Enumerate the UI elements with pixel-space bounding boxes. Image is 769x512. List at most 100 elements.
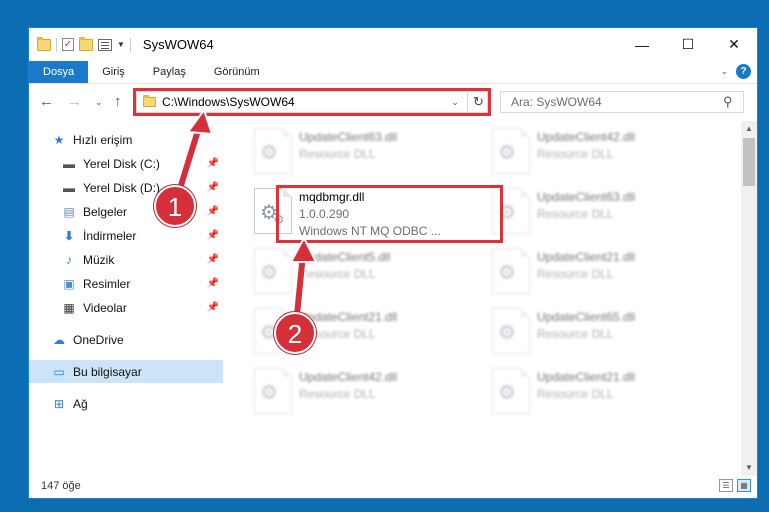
maximize-button[interactable]: ☐ [665, 28, 711, 61]
gear-icon: ⚙ [260, 142, 278, 164]
sidebar-item-local-disk-d[interactable]: ▬ Yerel Disk (D:) 📌 [29, 176, 223, 199]
pin-icon[interactable]: 📌 [207, 158, 219, 169]
gear-icon: ⚙ [498, 382, 516, 404]
minimize-button[interactable]: — [619, 28, 665, 61]
sidebar-item-music[interactable]: ♪ Müzik 📌 [29, 248, 223, 271]
pin-icon[interactable]: 📌 [207, 278, 219, 289]
tab-home[interactable]: Giriş [88, 61, 139, 83]
sidebar-item-onedrive[interactable]: ☁ OneDrive [29, 328, 223, 351]
tab-share[interactable]: Paylaş [139, 61, 200, 83]
sidebar-item-network[interactable]: ⊞ Ağ [29, 392, 223, 415]
folder-icon [37, 36, 51, 51]
title-bar: ✓ ▼ SysWOW64 — ☐ ✕ [29, 28, 757, 61]
navigation-bar: ← → ⌄ ↑ C:\Windows\SysWOW64 ⌄ ↻ Ara: Sys… [29, 84, 757, 120]
customize-toolbar-dropdown-icon[interactable]: ▼ [117, 40, 125, 49]
file-name: UpdateClient21.dll [537, 250, 636, 264]
pin-icon[interactable]: 📌 [207, 302, 219, 313]
pin-icon[interactable]: 📌 [207, 254, 219, 265]
file-item[interactable]: ⚙ UpdateClient65.dll Resource DLL [485, 304, 710, 360]
close-button[interactable]: ✕ [711, 28, 757, 61]
file-name: UpdateClient21.dll [537, 370, 636, 384]
search-input[interactable]: Ara: SysWOW64 ⚲ [500, 91, 744, 113]
window-title: SysWOW64 [142, 37, 214, 52]
new-folder-icon[interactable] [79, 36, 93, 51]
search-icon[interactable]: ⚲ [723, 94, 743, 110]
file-name: UpdateClient42.dll [299, 370, 398, 384]
sidebar-item-this-pc[interactable]: ▭ Bu bilgisayar [29, 360, 223, 383]
file-list: ⚙ UpdateClient63.dll Resource DLL ⚙ Upda… [225, 121, 739, 476]
file-name: UpdateClient63.dll [299, 130, 398, 144]
file-item[interactable]: ⚙ UpdateClient42.dll Resource DLL [485, 124, 710, 180]
pin-icon[interactable]: 📌 [207, 230, 219, 241]
window-controls: — ☐ ✕ [619, 28, 757, 61]
gear-icon: ⚙ [498, 262, 516, 284]
videos-icon: ▦ [63, 300, 75, 315]
pin-icon[interactable]: 📌 [207, 206, 219, 217]
file-type: Resource DLL [537, 387, 614, 401]
file-type: Resource DLL [299, 387, 376, 401]
ribbon-tabs: Dosya Giriş Paylaş Görünüm ⌄ ? [29, 61, 757, 84]
sidebar-item-label: Müzik [83, 252, 115, 267]
sidebar-item-pictures[interactable]: ▣ Resimler 📌 [29, 272, 223, 295]
file-item[interactable]: ⚙ UpdateClient21.dll Resource DLL [485, 364, 710, 420]
back-arrow-icon[interactable]: ← [39, 93, 54, 110]
network-icon: ⊞ [53, 396, 65, 411]
dll-file-icon: ⚙ [254, 128, 292, 174]
sidebar-item-label: Yerel Disk (C:) [83, 156, 160, 171]
sidebar-item-label: Belgeler [83, 204, 128, 219]
cloud-icon: ☁ [53, 332, 65, 347]
step-1-badge: 1 [154, 185, 196, 227]
scrollbar-thumb[interactable] [743, 138, 755, 186]
file-type: Resource DLL [537, 147, 614, 161]
quick-access-toolbar: ✓ ▼ [29, 36, 131, 52]
gear-icon: ⚙ [260, 382, 278, 404]
help-icon[interactable]: ? [736, 64, 751, 79]
sidebar-item-label: Hızlı erişim [73, 132, 133, 147]
sidebar-item-local-disk-c[interactable]: ▬ Yerel Disk (C:) 📌 [29, 152, 223, 175]
file-item[interactable]: ⚙ UpdateClient5.dll Resource DLL [247, 244, 472, 300]
file-type: Resource DLL [537, 327, 614, 341]
file-item[interactable]: ⚙ UpdateClient63.dll Resource DLL [247, 124, 472, 180]
file-highlight-box [276, 185, 503, 243]
tab-view[interactable]: Görünüm [200, 61, 274, 83]
file-item[interactable]: ⚙ UpdateClient63.dll Resource DLL [485, 184, 710, 240]
list-view-icon[interactable] [98, 38, 112, 51]
ribbon-right-controls: ⌄ ? [720, 64, 751, 79]
vertical-scrollbar[interactable]: ▲ ▼ [741, 121, 757, 476]
search-placeholder: Ara: SysWOW64 [511, 95, 602, 109]
sidebar-item-videos[interactable]: ▦ Videolar 📌 [29, 296, 223, 319]
file-item[interactable]: ⚙ UpdateClient42.dll Resource DLL [247, 364, 472, 420]
file-name: UpdateClient42.dll [537, 130, 636, 144]
drive-icon: ▬ [63, 156, 75, 171]
large-icons-view-icon[interactable]: ▦ [737, 479, 751, 492]
forward-arrow-icon[interactable]: → [67, 93, 82, 110]
sidebar-item-quick-access[interactable]: ★ Hızlı erişim [29, 128, 223, 151]
up-arrow-icon[interactable]: ↑ [114, 93, 122, 110]
star-icon: ★ [53, 132, 65, 147]
tab-file[interactable]: Dosya [29, 61, 89, 83]
scroll-up-icon[interactable]: ▲ [741, 121, 757, 137]
properties-check-icon[interactable]: ✓ [62, 38, 74, 51]
expand-ribbon-icon[interactable]: ⌄ [720, 66, 728, 77]
file-type: Resource DLL [537, 267, 614, 281]
gear-icon: ⚙ [260, 262, 278, 284]
documents-icon: ▤ [63, 204, 75, 219]
pictures-icon: ▣ [63, 276, 75, 291]
file-item[interactable]: ⚙ UpdateClient21.dll Resource DLL [485, 244, 710, 300]
computer-icon: ▭ [53, 364, 65, 379]
sidebar-item-label: Ağ [73, 396, 88, 411]
view-toggle: ☰ ▦ [719, 479, 751, 492]
sidebar-item-label: Videolar [83, 300, 127, 315]
dll-file-icon: ⚙ [492, 308, 530, 354]
pin-icon[interactable]: 📌 [207, 182, 219, 193]
recent-locations-chevron-icon[interactable]: ⌄ [95, 97, 103, 108]
sidebar-item-label: OneDrive [73, 332, 124, 347]
file-type: Resource DLL [299, 267, 376, 281]
file-type: Resource DLL [299, 147, 376, 161]
navigation-pane: ★ Hızlı erişim ▬ Yerel Disk (C:) 📌 ▬ Yer… [29, 121, 223, 476]
file-name: UpdateClient5.dll [299, 250, 391, 264]
sidebar-item-downloads[interactable]: ⬇ İndirmeler 📌 [29, 224, 223, 247]
file-name: UpdateClient21.dll [299, 310, 398, 324]
sidebar-item-label: İndirmeler [83, 228, 137, 243]
details-view-icon[interactable]: ☰ [719, 479, 733, 492]
